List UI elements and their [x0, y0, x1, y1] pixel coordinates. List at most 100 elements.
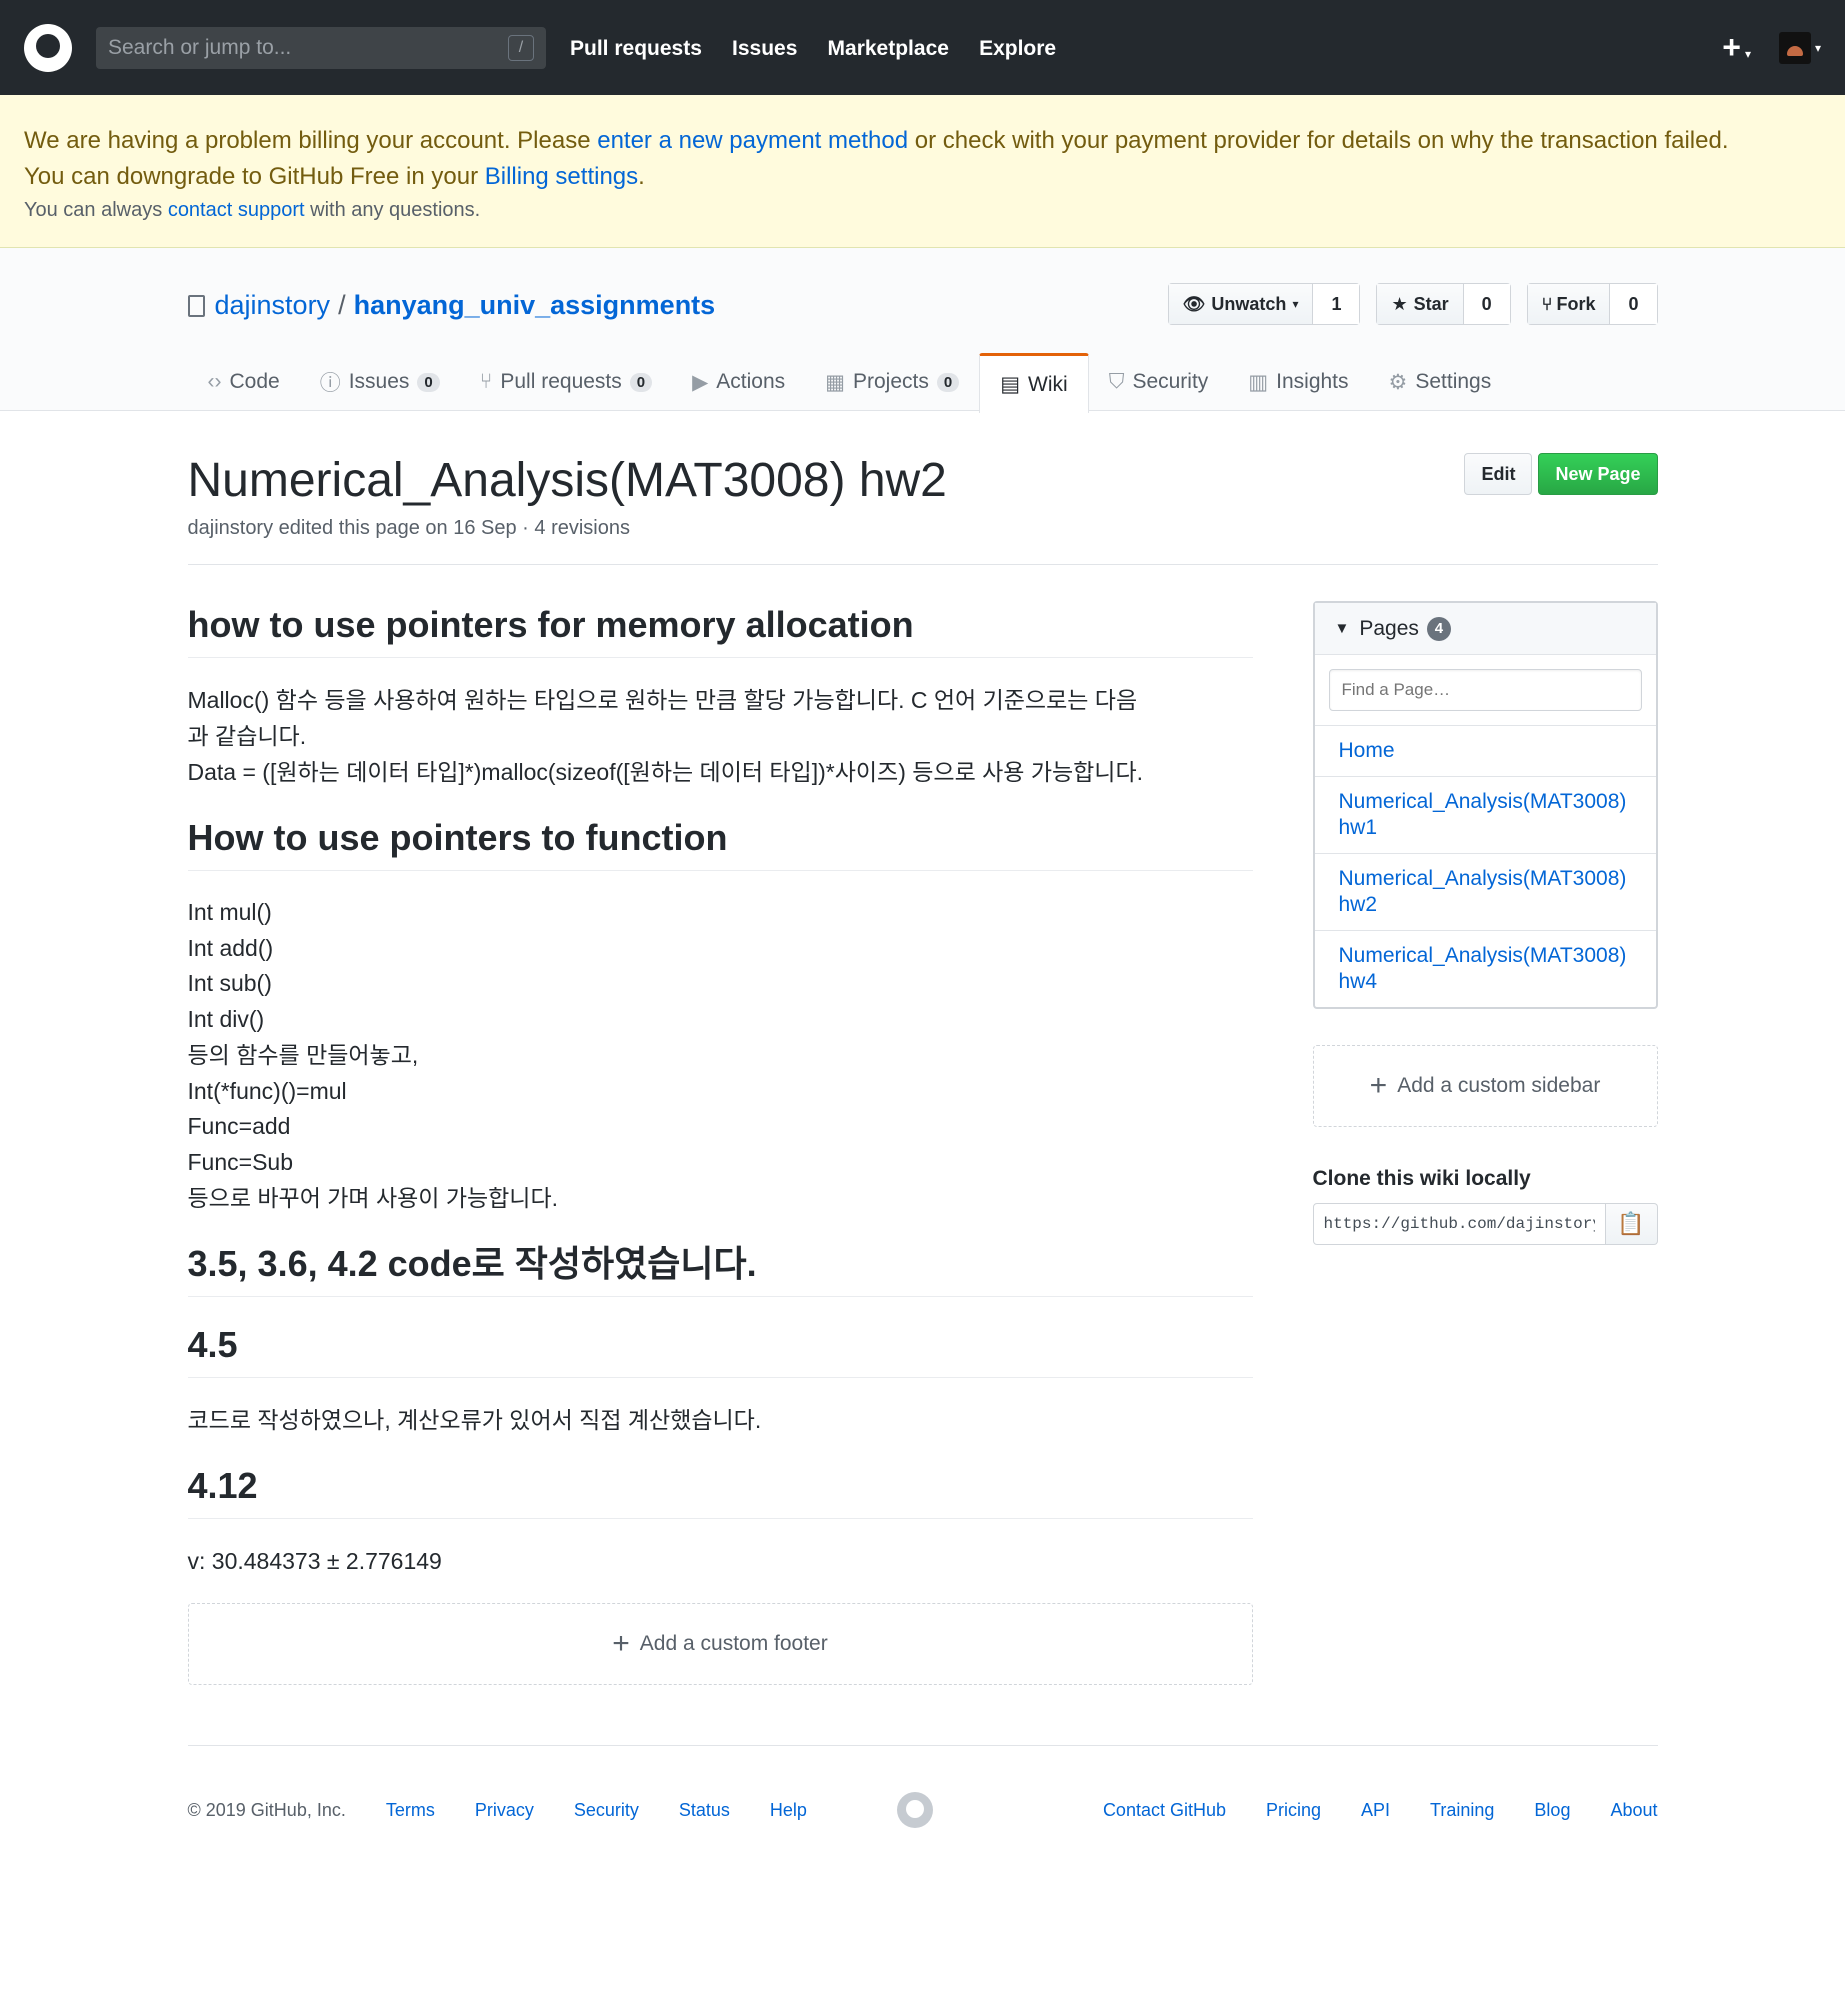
footer-right-links: Contact GitHub Pricing API Training Blog…	[1103, 1800, 1658, 1821]
star-count[interactable]: 0	[1463, 284, 1510, 324]
heading-memory-allocation: how to use pointers for memory allocatio…	[187, 601, 1253, 658]
tab-insights[interactable]: ▥ Insights	[1228, 353, 1368, 411]
find-page-input[interactable]	[1328, 669, 1642, 711]
chevron-down-icon: ▾	[1814, 40, 1821, 55]
slash-shortcut-icon: /	[508, 34, 534, 61]
tab-settings[interactable]: ⚙ Settings	[1369, 353, 1512, 411]
page-link-hw2[interactable]: Numerical_Analysis(MAT3008) hw2	[1339, 867, 1627, 916]
star-button[interactable]: ★ Star	[1377, 284, 1464, 324]
tab-issues[interactable]: ⓘ Issues 0	[300, 353, 460, 411]
search-placeholder: Search or jump to...	[108, 35, 292, 59]
github-mark-icon[interactable]	[896, 1792, 933, 1829]
tab-label: Projects	[852, 370, 929, 393]
tab-code[interactable]: ‹› Code	[188, 353, 300, 411]
support-text: with any questions.	[304, 199, 481, 221]
paragraph-4-5: 코드로 작성하였으나, 계산오류가 있어서 직접 계산했습니다.	[187, 1407, 762, 1434]
tab-label: Issues	[348, 370, 410, 393]
add-sidebar-label: Add a custom sidebar	[1397, 1074, 1601, 1097]
footer-link-blog[interactable]: Blog	[1534, 1800, 1570, 1821]
footer-link-terms[interactable]: Terms	[386, 1800, 435, 1821]
fork-button[interactable]: ⑂ Fork	[1527, 284, 1611, 324]
nav-explore[interactable]: Explore	[979, 37, 1056, 60]
heading-code: 3.5, 3.6, 4.2 code로 작성하였습니다.	[187, 1240, 1253, 1298]
nav-issues[interactable]: Issues	[732, 37, 797, 60]
footer-link-help[interactable]: Help	[770, 1800, 807, 1821]
footer-link-training[interactable]: Training	[1430, 1800, 1494, 1821]
github-logo-icon[interactable]	[24, 23, 72, 72]
paragraph-4-12: v: 30.484373 ± 2.776149	[187, 1548, 442, 1575]
footer-link-pricing[interactable]: Pricing	[1266, 1800, 1321, 1821]
repo-owner-link[interactable]: dajinstory	[215, 290, 331, 321]
page-meta: dajinstory edited this page on 16 Sep · …	[187, 517, 631, 539]
support-text: You can always	[24, 199, 168, 221]
billing-settings-link[interactable]: Billing settings	[485, 163, 638, 190]
site-footer: © 2019 GitHub, Inc. Terms Privacy Securi…	[187, 1745, 1658, 1829]
tab-wiki[interactable]: ▤ Wiki	[979, 353, 1089, 413]
tab-security[interactable]: ⛉ Security	[1089, 353, 1229, 411]
edit-button[interactable]: Edit	[1464, 453, 1533, 495]
payment-method-link[interactable]: enter a new payment method	[597, 127, 908, 154]
unwatch-button[interactable]: 👁 Unwatch ▾	[1168, 284, 1314, 324]
contact-support-link[interactable]: contact support	[168, 199, 305, 221]
plus-icon: +	[1369, 1069, 1388, 1102]
footer-link-api[interactable]: API	[1361, 1800, 1390, 1821]
text-line: 등의 함수를 만들어놓고,	[187, 1041, 419, 1068]
billing-text: .	[638, 163, 645, 190]
tab-projects[interactable]: ▦ Projects 0	[805, 353, 979, 411]
footer-link-status[interactable]: Status	[679, 1800, 730, 1821]
chevron-down-icon: ▾	[1744, 47, 1751, 61]
fork-group: ⑂ Fork 0	[1526, 283, 1658, 325]
add-custom-footer-button[interactable]: + Add a custom footer	[187, 1603, 1253, 1686]
tab-count: 0	[629, 372, 653, 392]
paragraph-malloc: Malloc() 함수 등을 사용하여 원하는 타입으로 원하는 만큼 할당 가…	[188, 682, 1253, 790]
text-line: Int(*func)()=mul	[187, 1077, 347, 1104]
page-link-text: hw1	[1338, 816, 1378, 839]
page-link-hw4[interactable]: Numerical_Analysis(MAT3008) hw4	[1339, 944, 1627, 993]
new-page-button[interactable]: New Page	[1538, 453, 1658, 495]
page-link-text: hw2	[1338, 893, 1378, 916]
footer-link-about[interactable]: About	[1610, 1800, 1657, 1821]
watch-count[interactable]: 1	[1313, 284, 1360, 324]
billing-text: We are having a problem billing your acc…	[24, 127, 598, 154]
footer-link-security[interactable]: Security	[574, 1800, 639, 1821]
avatar	[1778, 31, 1811, 64]
user-menu-button[interactable]: ▾	[1778, 31, 1821, 64]
page-link-hw1[interactable]: Numerical_Analysis(MAT3008) hw1	[1339, 790, 1627, 839]
billing-text: You can downgrade to GitHub Free in your	[24, 163, 485, 190]
clipboard-copy-button[interactable]: 📋	[1605, 1203, 1658, 1245]
pages-toggle[interactable]: ▼ Pages 4	[1314, 603, 1656, 655]
page-link-home[interactable]: Home	[1339, 739, 1395, 762]
tab-pull-requests[interactable]: ⑂ Pull requests 0	[460, 353, 672, 411]
repo-name-link[interactable]: hanyang_univ_assignments	[354, 290, 716, 321]
triangle-down-icon: ▼	[1334, 620, 1350, 637]
header-right: + ▾ ▾	[1722, 29, 1821, 66]
text-line: 과 같습니다.	[187, 723, 307, 749]
page-link-text: hw4	[1338, 970, 1378, 993]
repo-separator: /	[338, 290, 346, 320]
code-icon: ‹›	[207, 370, 222, 393]
billing-banner: We are having a problem billing your acc…	[0, 95, 1845, 248]
tab-actions[interactable]: ▶ Actions	[672, 353, 805, 411]
nav-pull-requests[interactable]: Pull requests	[570, 37, 702, 60]
footer-link-contact[interactable]: Contact GitHub	[1103, 1800, 1226, 1821]
clone-url-input[interactable]	[1312, 1203, 1606, 1245]
tab-label: Actions	[716, 370, 786, 393]
star-group: ★ Star 0	[1376, 283, 1511, 325]
footer-link-privacy[interactable]: Privacy	[475, 1800, 534, 1821]
clone-row: 📋	[1312, 1203, 1658, 1245]
tab-label: Code	[229, 370, 280, 393]
repo-header: dajinstory / hanyang_univ_assignments 👁 U…	[0, 248, 1845, 413]
wiki-body: how to use pointers for memory allocatio…	[187, 565, 1658, 1686]
create-new-button[interactable]: + ▾	[1722, 29, 1751, 66]
graph-icon: ▥	[1248, 370, 1269, 394]
page-item: Numerical_Analysis(MAT3008) hw1	[1314, 777, 1656, 854]
pull-request-icon: ⑂	[479, 370, 493, 393]
book-icon: ▤	[1000, 373, 1021, 396]
fork-count[interactable]: 0	[1610, 284, 1657, 324]
repo-icon	[187, 294, 205, 317]
nav-marketplace[interactable]: Marketplace	[828, 37, 949, 60]
repo-title: dajinstory / hanyang_univ_assignments	[187, 290, 716, 321]
add-custom-sidebar-button[interactable]: + Add a custom sidebar	[1312, 1045, 1658, 1127]
search-input[interactable]: Search or jump to... /	[96, 26, 546, 69]
tab-label: Security	[1132, 370, 1209, 393]
